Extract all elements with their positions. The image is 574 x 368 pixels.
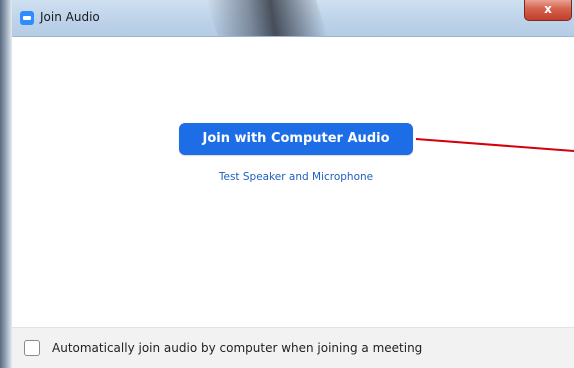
auto-join-label[interactable]: Automatically join audio by computer whe… xyxy=(52,341,422,355)
window-title: Join Audio xyxy=(40,10,100,24)
zoom-app-icon xyxy=(20,11,34,25)
close-icon: x xyxy=(544,2,552,16)
footer-bar: Automatically join audio by computer whe… xyxy=(12,327,574,368)
dialog-content: Join with Computer Audio Test Speaker an… xyxy=(12,37,574,327)
auto-join-checkbox[interactable] xyxy=(24,340,40,356)
join-computer-audio-button[interactable]: Join with Computer Audio xyxy=(179,123,413,155)
close-button[interactable]: x xyxy=(524,0,572,21)
join-audio-window: Join Audio x Join with Computer Audio Te… xyxy=(0,0,574,368)
title-bar[interactable]: Join Audio x xyxy=(12,0,574,37)
background-window-edge xyxy=(0,0,12,368)
title-bar-reflection xyxy=(206,0,328,36)
test-speaker-microphone-link[interactable]: Test Speaker and Microphone xyxy=(179,171,413,183)
